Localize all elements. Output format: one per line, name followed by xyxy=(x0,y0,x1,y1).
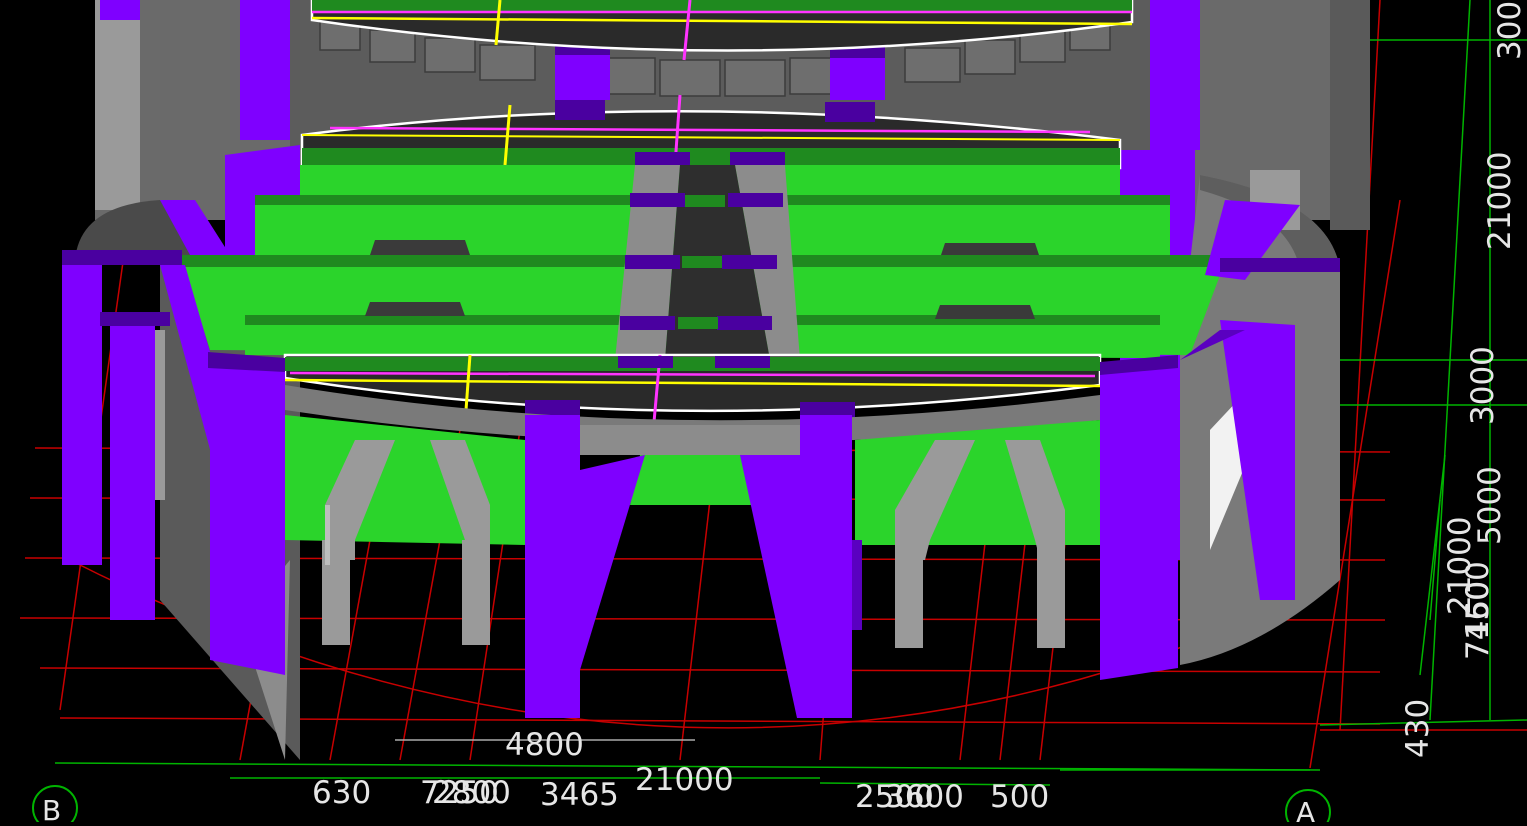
axis-bubble-a[interactable]: A xyxy=(1285,789,1331,826)
model-canvas[interactable]: 4800 630 7250 2800 3465 21000 2500 3600 … xyxy=(0,0,1527,826)
dim-4800: 4800 xyxy=(505,727,584,763)
dim-3465: 3465 xyxy=(540,777,619,813)
axis-bubble-b[interactable]: B xyxy=(32,785,78,826)
dim-3600: 3600 xyxy=(885,779,964,815)
dim-630: 630 xyxy=(312,775,371,811)
dim-7450: 7450 xyxy=(1460,581,1496,660)
dim-21000-upper: 21000 xyxy=(1482,151,1518,250)
central-core xyxy=(615,165,800,360)
dim-2800: 2800 xyxy=(432,775,511,811)
axis-label-a: A xyxy=(1296,796,1315,822)
3d-model-viewport[interactable]: 4800 630 7250 2800 3465 21000 2500 3600 … xyxy=(0,0,1527,826)
dim-3000: 3000 xyxy=(1465,346,1501,425)
dim-21000: 21000 xyxy=(635,762,734,798)
dim-430: 430 xyxy=(1400,699,1436,758)
dim-500: 500 xyxy=(990,779,1049,815)
axis-label-b: B xyxy=(42,794,61,822)
dim-300: 300 xyxy=(1492,1,1527,60)
